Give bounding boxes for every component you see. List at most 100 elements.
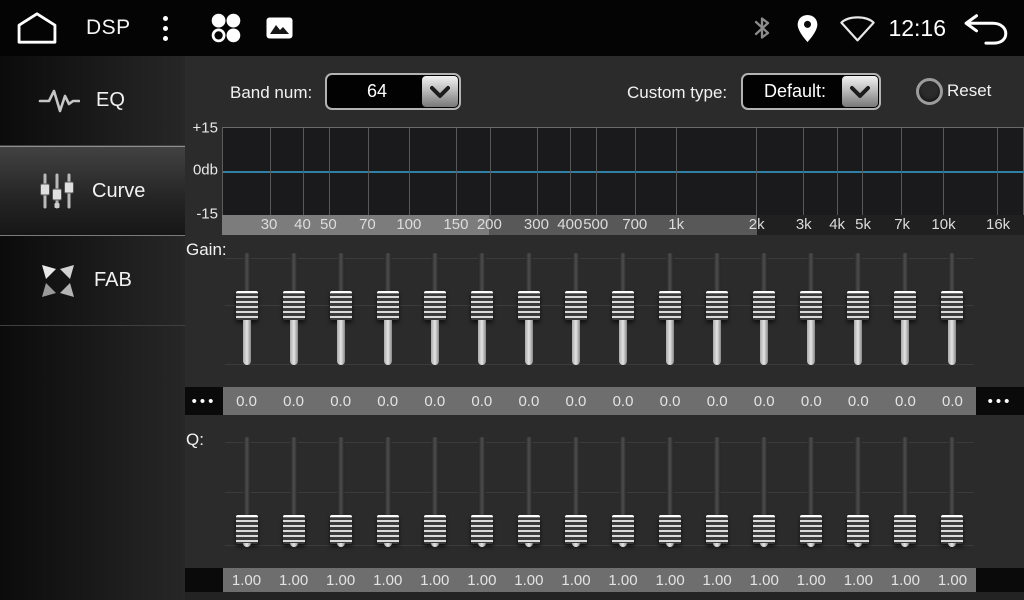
slider-thumb[interactable] bbox=[330, 291, 352, 320]
gallery-icon[interactable] bbox=[266, 17, 293, 39]
gain-slider[interactable] bbox=[799, 253, 823, 365]
slider-thumb[interactable] bbox=[471, 291, 493, 320]
slider-thumb[interactable] bbox=[612, 515, 634, 544]
back-icon[interactable] bbox=[960, 11, 1010, 45]
sidebar-item-curve[interactable]: Curve bbox=[0, 146, 185, 236]
gain-slider[interactable] bbox=[282, 253, 306, 365]
gain-slider[interactable] bbox=[235, 253, 259, 365]
slider-thumb[interactable] bbox=[706, 291, 728, 320]
gain-slider[interactable] bbox=[893, 253, 917, 365]
q-slider[interactable] bbox=[705, 437, 729, 547]
sidebar-item-fab[interactable]: FAB bbox=[0, 236, 185, 326]
slider-track bbox=[525, 320, 533, 365]
q-slider[interactable] bbox=[517, 437, 541, 547]
slider-column bbox=[317, 253, 364, 365]
q-slider[interactable] bbox=[893, 437, 917, 547]
slider-thumb[interactable] bbox=[612, 291, 634, 320]
q-slider[interactable] bbox=[752, 437, 776, 547]
overflow-menu-icon[interactable] bbox=[159, 12, 172, 45]
slider-column bbox=[600, 437, 647, 547]
slider-thumb[interactable] bbox=[424, 515, 446, 544]
slider-thumb[interactable] bbox=[941, 291, 963, 320]
slider-thumb[interactable] bbox=[800, 515, 822, 544]
slider-thumb[interactable] bbox=[518, 515, 540, 544]
q-more-left-button[interactable] bbox=[185, 568, 223, 592]
gain-slider[interactable] bbox=[564, 253, 588, 365]
slider-column bbox=[364, 437, 411, 547]
slider-thumb[interactable] bbox=[800, 291, 822, 320]
slider-thumb[interactable] bbox=[236, 291, 258, 320]
gain-value: 0.0 bbox=[835, 387, 882, 415]
slider-track bbox=[525, 543, 533, 547]
y-label-min: -15 bbox=[196, 206, 218, 223]
q-slider[interactable] bbox=[423, 437, 447, 547]
home-icon[interactable] bbox=[14, 11, 60, 45]
gain-slider[interactable] bbox=[376, 253, 400, 365]
slider-thumb[interactable] bbox=[706, 515, 728, 544]
slider-thumb[interactable] bbox=[565, 291, 587, 320]
q-slider[interactable] bbox=[940, 437, 964, 547]
q-slider[interactable] bbox=[846, 437, 870, 547]
gain-value: 0.0 bbox=[411, 387, 458, 415]
slider-thumb[interactable] bbox=[753, 291, 775, 320]
slider-thumb[interactable] bbox=[518, 291, 540, 320]
gain-slider[interactable] bbox=[423, 253, 447, 365]
slider-track bbox=[431, 543, 439, 547]
slider-column bbox=[647, 253, 694, 365]
slider-thumb[interactable] bbox=[894, 291, 916, 320]
sidebar-item-eq[interactable]: EQ bbox=[0, 56, 185, 146]
x-tick-label: 50 bbox=[320, 215, 337, 235]
q-slider[interactable] bbox=[470, 437, 494, 547]
chevron-down-icon[interactable] bbox=[842, 76, 878, 107]
apps-icon[interactable] bbox=[208, 12, 244, 44]
sidebar-item-label: Curve bbox=[92, 180, 145, 203]
slider-thumb[interactable] bbox=[471, 515, 493, 544]
gain-slider[interactable] bbox=[658, 253, 682, 365]
slider-thumb[interactable] bbox=[377, 515, 399, 544]
slider-track bbox=[948, 543, 956, 547]
q-slider[interactable] bbox=[329, 437, 353, 547]
gain-slider[interactable] bbox=[846, 253, 870, 365]
reset-radio[interactable] bbox=[916, 78, 943, 105]
q-slider[interactable] bbox=[611, 437, 635, 547]
slider-thumb[interactable] bbox=[659, 515, 681, 544]
slider-thumb[interactable] bbox=[659, 291, 681, 320]
slider-thumb[interactable] bbox=[424, 291, 446, 320]
q-slider[interactable] bbox=[658, 437, 682, 547]
q-slider[interactable] bbox=[376, 437, 400, 547]
gain-more-left-button[interactable]: ••• bbox=[185, 387, 223, 415]
chevron-down-icon[interactable] bbox=[422, 76, 458, 107]
q-slider[interactable] bbox=[282, 437, 306, 547]
status-bar: DSP 12:16 bbox=[0, 0, 1024, 56]
band-num-dropdown[interactable]: 64 bbox=[325, 73, 461, 110]
eq-curve-plot[interactable] bbox=[222, 127, 1024, 215]
slider-thumb[interactable] bbox=[236, 515, 258, 544]
gain-more-right-button[interactable]: ••• bbox=[976, 387, 1024, 415]
q-slider[interactable] bbox=[564, 437, 588, 547]
slider-thumb[interactable] bbox=[330, 515, 352, 544]
q-slider[interactable] bbox=[235, 437, 259, 547]
slider-thumb[interactable] bbox=[847, 515, 869, 544]
gain-slider[interactable] bbox=[940, 253, 964, 365]
slider-column bbox=[647, 437, 694, 547]
gain-slider[interactable] bbox=[611, 253, 635, 365]
slider-thumb[interactable] bbox=[377, 291, 399, 320]
gain-slider[interactable] bbox=[752, 253, 776, 365]
q-slider[interactable] bbox=[799, 437, 823, 547]
slider-thumb[interactable] bbox=[847, 291, 869, 320]
slider-thumb[interactable] bbox=[283, 515, 305, 544]
gain-slider[interactable] bbox=[517, 253, 541, 365]
band-num-value: 64 bbox=[327, 75, 421, 108]
x-tick-label: 100 bbox=[396, 215, 421, 235]
gain-slider[interactable] bbox=[329, 253, 353, 365]
custom-type-dropdown[interactable]: Default: bbox=[741, 73, 881, 110]
slider-thumb[interactable] bbox=[565, 515, 587, 544]
q-value: 1.00 bbox=[882, 568, 929, 592]
slider-thumb[interactable] bbox=[941, 515, 963, 544]
gain-slider[interactable] bbox=[705, 253, 729, 365]
slider-thumb[interactable] bbox=[283, 291, 305, 320]
q-more-right-button[interactable] bbox=[976, 568, 1024, 592]
slider-thumb[interactable] bbox=[753, 515, 775, 544]
gain-slider[interactable] bbox=[470, 253, 494, 365]
slider-thumb[interactable] bbox=[894, 515, 916, 544]
